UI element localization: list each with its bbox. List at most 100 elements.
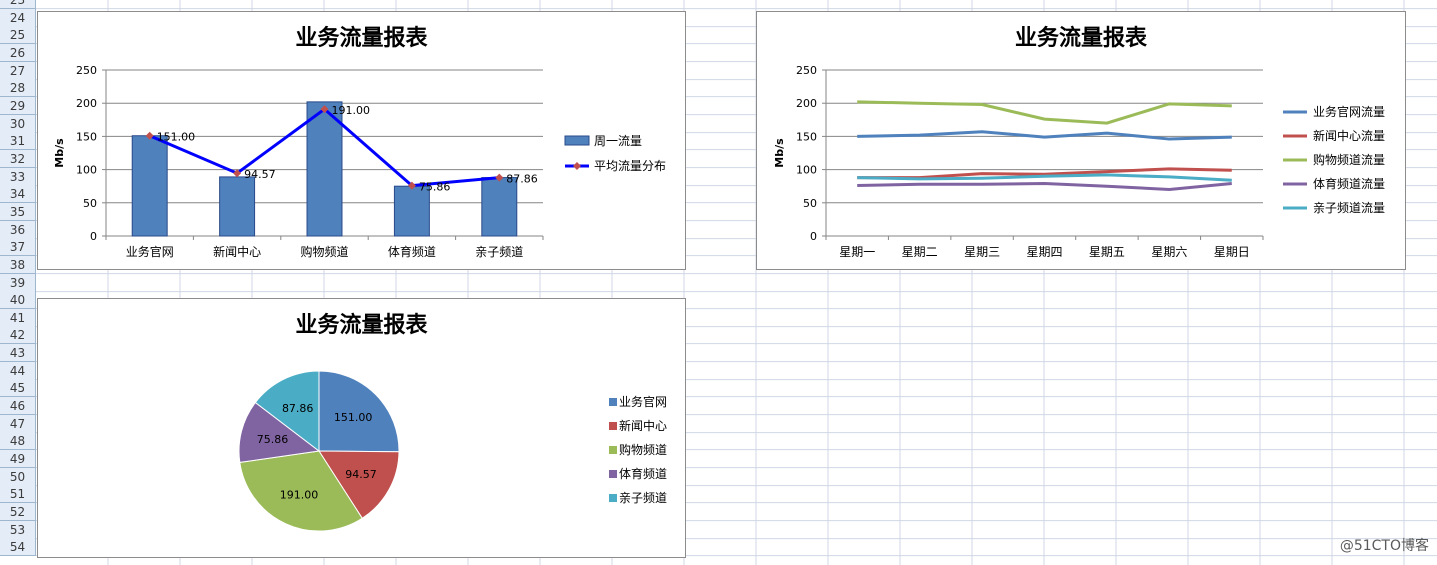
y-tick-label: 100 — [76, 164, 97, 177]
series-line — [857, 130, 1232, 141]
data-label: 94.57 — [244, 168, 276, 181]
row-header[interactable]: 34 — [0, 185, 36, 203]
y-tick-label: 100 — [796, 164, 817, 177]
y-tick-label: 250 — [796, 64, 817, 77]
series-line — [857, 100, 1232, 125]
y-tick-label: 150 — [796, 130, 817, 143]
row-header[interactable]: 54 — [0, 538, 36, 556]
row-header[interactable]: 52 — [0, 503, 36, 521]
x-tick-label: 星期二 — [902, 245, 938, 259]
legend-bar-swatch — [564, 135, 590, 146]
bar-购物频道 — [306, 101, 343, 237]
row-header[interactable]: 33 — [0, 168, 36, 186]
row-header[interactable]: 25 — [0, 26, 36, 44]
row-header[interactable]: 41 — [0, 309, 36, 327]
y-tick-label: 50 — [803, 197, 817, 210]
line-chart-canvas: 0 50 100 150 200 250 星期一 星期二 星期三 星期四 星期五 星期六 星期日 Mb/s… — [773, 64, 1385, 259]
x-tick-label: 星期一 — [839, 245, 875, 259]
bar-体育频道 — [393, 185, 430, 237]
legend-label: 平均流量分布 — [594, 159, 666, 173]
legend-marker — [573, 162, 581, 170]
row-header[interactable]: 31 — [0, 132, 36, 150]
y-tick-label: 200 — [76, 97, 97, 110]
x-tick-label: 星期日 — [1214, 245, 1250, 259]
row-header[interactable]: 32 — [0, 150, 36, 168]
series-line — [857, 182, 1232, 192]
multi-line-chart[interactable]: 业务流量报表 0 50 100 150 200 250 星期一 星期二 星期三 星期四 星期五 星期六… — [756, 11, 1406, 270]
slice-label: 191.00 — [280, 489, 319, 502]
pie-chart-canvas: 151.00 94.57 191.00 75.86 87.86 业务官网新闻中心购物频道体… — [238, 370, 667, 532]
y-tick-label: 250 — [76, 64, 97, 77]
bar-line-combo-chart[interactable]: 业务流量报表 0 50 100 150 200 250 业务官网 新闻中心 购物频道 体育频道 亲子… — [37, 11, 686, 270]
row-header[interactable]: 47 — [0, 415, 36, 433]
row-header[interactable]: 30 — [0, 115, 36, 133]
bar-新闻中心 — [219, 176, 256, 237]
legend-label: 亲子频道 — [619, 491, 667, 505]
legend-label: 亲子频道流量 — [1313, 201, 1385, 215]
row-header[interactable]: 49 — [0, 450, 36, 468]
row-header[interactable]: 51 — [0, 485, 36, 503]
x-tick-label: 新闻中心 — [213, 244, 261, 259]
data-label: 151.00 — [157, 131, 196, 144]
y-tick-label: 50 — [83, 197, 97, 210]
watermark-text: @51CTO博客 — [1339, 538, 1429, 554]
legend-swatch — [609, 494, 617, 502]
row-header[interactable]: 39 — [0, 274, 36, 292]
slice-label: 75.86 — [257, 433, 289, 446]
row-header[interactable]: 44 — [0, 362, 36, 380]
x-tick-label: 体育频道 — [388, 244, 436, 259]
row-header[interactable]: 23 — [0, 0, 36, 9]
row-header[interactable]: 27 — [0, 62, 36, 80]
row-header[interactable]: 29 — [0, 97, 36, 115]
x-tick-label: 亲子频道 — [475, 245, 523, 259]
slice-label: 87.86 — [282, 402, 314, 415]
row-header[interactable]: 45 — [0, 379, 36, 397]
legend-label: 购物频道 — [619, 442, 667, 457]
data-label: 75.86 — [419, 181, 451, 194]
row-header[interactable]: 38 — [0, 256, 36, 274]
legend-label: 体育频道 — [619, 466, 667, 481]
row-header[interactable]: 42 — [0, 326, 36, 344]
row-header[interactable]: 50 — [0, 468, 36, 486]
data-label: 191.00 — [332, 104, 371, 117]
data-label: 87.86 — [506, 173, 538, 186]
x-tick-label: 购物频道 — [300, 244, 348, 259]
bar-业务官网 — [131, 135, 168, 237]
row-header[interactable]: 43 — [0, 344, 36, 362]
pie-chart[interactable]: 业务流量报表 151.00 94.57 191.00 75.86 87.86 业务官网 新闻… — [37, 298, 686, 558]
legend-swatch — [609, 470, 617, 478]
y-tick-label: 200 — [796, 97, 817, 110]
y-tick-label: 0 — [810, 230, 817, 243]
row-header[interactable]: 26 — [0, 44, 36, 62]
row-header[interactable]: 28 — [0, 79, 36, 97]
legend-label: 购物频道流量 — [1313, 152, 1385, 167]
legend-label: 周一流量 — [594, 134, 642, 148]
legend-swatch — [609, 446, 617, 454]
x-tick-label: 星期四 — [1026, 245, 1062, 259]
row-header[interactable]: 35 — [0, 203, 36, 221]
legend-label: 体育频道流量 — [1313, 176, 1385, 191]
bar-line-chart-canvas: 0 50 100 150 200 250 业务官网 新闻中心 购物频道 体育频道 亲子频道 Mb/s 1… — [53, 64, 666, 259]
legend-label: 新闻中心流量 — [1313, 128, 1385, 143]
x-tick-label: 星期三 — [964, 245, 1000, 259]
row-header[interactable]: 40 — [0, 291, 36, 309]
row-header[interactable]: 24 — [0, 9, 36, 27]
x-tick-label: 星期六 — [1151, 245, 1187, 259]
legend-swatch — [609, 422, 617, 430]
bar-亲子频道 — [481, 177, 518, 237]
x-tick-label: 星期五 — [1089, 245, 1125, 259]
legend-label: 业务官网流量 — [1313, 104, 1385, 119]
row-header[interactable]: 37 — [0, 238, 36, 256]
y-axis-title: Mb/s — [53, 138, 66, 168]
legend-label: 新闻中心 — [619, 418, 667, 433]
series-line — [857, 173, 1232, 182]
row-header[interactable]: 46 — [0, 397, 36, 415]
slice-label: 94.57 — [345, 468, 377, 481]
row-header[interactable]: 53 — [0, 521, 36, 539]
y-tick-label: 150 — [76, 130, 97, 143]
x-tick-label: 业务官网 — [126, 244, 174, 259]
y-tick-label: 0 — [90, 230, 97, 243]
row-header[interactable]: 48 — [0, 432, 36, 450]
row-header[interactable]: 36 — [0, 221, 36, 239]
legend-swatch — [609, 398, 617, 406]
